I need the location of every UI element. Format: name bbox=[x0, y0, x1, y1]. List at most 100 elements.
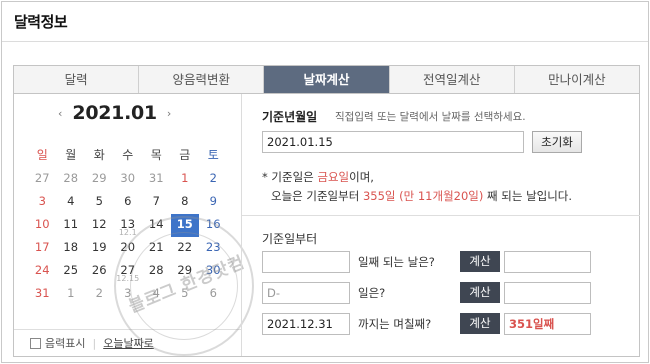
weekday-tue: 화 bbox=[93, 148, 105, 162]
weekday-wed: 수 bbox=[122, 148, 134, 162]
app-window: 달력정보 달력 양음력변환 날짜계산 전역일계산 만나이계산 ‹ 2021.01… bbox=[1, 1, 649, 363]
page-title: 달력정보 bbox=[14, 13, 68, 31]
info-text: 이며, bbox=[349, 170, 374, 184]
target-date-input[interactable]: 2021.12.31 bbox=[262, 313, 350, 335]
info-text: 오늘은 기준일부터 bbox=[271, 189, 363, 203]
days-after-result bbox=[504, 251, 591, 273]
base-date-hint: 직접입력 또는 달력에서 날짜를 선택하세요. bbox=[335, 111, 526, 123]
day-cell[interactable]: 1 bbox=[171, 168, 200, 191]
info-text: * 기준일은 bbox=[262, 170, 318, 184]
calendar-footer: 음력표시 | 오늘날짜로 bbox=[14, 329, 241, 356]
info-text: 째 되는 날입니다. bbox=[483, 189, 573, 203]
day-cell[interactable]: 22 bbox=[171, 237, 200, 260]
base-date-input[interactable]: 2021.01.15 bbox=[262, 131, 524, 153]
day-cell[interactable]: 19 bbox=[85, 237, 114, 260]
day-cell[interactable]: 1 bbox=[57, 283, 86, 306]
day-cell[interactable]: 31 bbox=[28, 283, 57, 306]
day-cell[interactable]: 3 bbox=[114, 283, 143, 306]
day-cell[interactable]: 16 bbox=[199, 214, 228, 237]
day-cell[interactable]: 31 bbox=[142, 168, 171, 191]
day-cell[interactable]: 14 bbox=[142, 214, 171, 237]
weekday-mon: 월 bbox=[65, 148, 77, 162]
target-date-result: 351일째 bbox=[504, 313, 591, 335]
mini-calendar: ‹ 2021.01 › 일 월 화 수 목 금 토 27 28 29 30 31… bbox=[14, 94, 254, 356]
day-cell[interactable]: 4 bbox=[57, 191, 86, 214]
reset-button[interactable]: 초기화 bbox=[532, 131, 582, 153]
calc-button-2[interactable]: 계산 bbox=[460, 282, 500, 303]
info-line-2: 오늘은 기준일부터 355일 (만 11개월20일) 째 되는 날입니다. bbox=[271, 188, 572, 204]
lunar-toggle-checkbox[interactable] bbox=[30, 337, 41, 349]
lunar-toggle-label[interactable]: 음력표시 bbox=[45, 335, 85, 351]
days-after-label: 일째 되는 날은? bbox=[358, 255, 435, 269]
weekday-fri: 금 bbox=[179, 148, 191, 162]
from-base-title: 기준일부터 bbox=[262, 232, 318, 246]
day-cell[interactable]: 17 bbox=[28, 237, 57, 260]
day-cell[interactable]: 8 bbox=[171, 191, 200, 214]
month-label: 2021.01 bbox=[72, 102, 157, 124]
info-line-1: * 기준일은 금요일이며, bbox=[262, 169, 374, 185]
selected-day-cell[interactable]: 15 bbox=[170, 214, 199, 237]
day-cell[interactable]: 30 bbox=[114, 168, 143, 191]
week-row: 10 11 12 13 12.1 14 15 16 bbox=[28, 214, 228, 237]
day-cell[interactable]: 4 bbox=[142, 283, 171, 306]
base-weekday: 금요일 bbox=[317, 170, 350, 184]
day-cell[interactable]: 2 bbox=[85, 283, 114, 306]
day-cell[interactable]: 6 bbox=[199, 283, 228, 306]
day-cell[interactable]: 13 12.1 bbox=[114, 214, 143, 237]
day-cell[interactable]: 9 bbox=[199, 191, 228, 214]
today-link[interactable]: 오늘날짜로 bbox=[103, 335, 154, 351]
day-cell[interactable]: 5 bbox=[171, 283, 200, 306]
day-cell[interactable]: 26 bbox=[85, 260, 114, 283]
day-cell[interactable]: 28 bbox=[142, 260, 171, 283]
tab-date-calc[interactable]: 날짜계산 bbox=[264, 66, 390, 93]
day-cell[interactable]: 5 bbox=[85, 191, 114, 214]
day-cell[interactable]: 30 bbox=[199, 260, 228, 283]
day-cell[interactable]: 12 bbox=[85, 214, 114, 237]
day-cell[interactable]: 6 bbox=[114, 191, 143, 214]
day-cell[interactable]: 25 bbox=[57, 260, 86, 283]
prev-month-icon[interactable]: ‹ bbox=[58, 107, 62, 120]
d-day-label: 일은? bbox=[358, 286, 386, 300]
day-cell[interactable]: 28 bbox=[57, 168, 86, 191]
tab-calendar[interactable]: 달력 bbox=[14, 66, 140, 93]
tab-lunar-convert[interactable]: 양음력변환 bbox=[139, 66, 265, 93]
calendar-grid: 일 월 화 수 목 금 토 27 28 29 30 31 1 2 3 4 5 6… bbox=[28, 145, 228, 306]
week-row: 3 4 5 6 7 8 9 bbox=[28, 191, 228, 214]
title-divider bbox=[2, 41, 648, 42]
d-day-result bbox=[504, 282, 591, 304]
footer-divider: | bbox=[92, 336, 97, 350]
day-cell[interactable]: 2 bbox=[199, 168, 228, 191]
week-row: 17 18 19 20 21 22 23 bbox=[28, 237, 228, 260]
d-day-input[interactable]: D- bbox=[262, 282, 350, 304]
date-calc-panel: 기준년월일 직접입력 또는 달력에서 날짜를 선택하세요. 2021.01.15… bbox=[242, 94, 640, 356]
day-cell[interactable]: 11 bbox=[57, 214, 86, 237]
day-cell[interactable]: 7 bbox=[142, 191, 171, 214]
day-cell[interactable]: 23 bbox=[199, 237, 228, 260]
day-cell[interactable]: 29 bbox=[85, 168, 114, 191]
days-after-input[interactable] bbox=[262, 251, 350, 273]
day-cell[interactable]: 29 bbox=[171, 260, 200, 283]
day-cell[interactable]: 27 bbox=[28, 168, 57, 191]
tab-bar: 달력 양음력변환 날짜계산 전역일계산 만나이계산 bbox=[13, 65, 640, 94]
calc-button-3[interactable]: 계산 bbox=[460, 313, 500, 334]
week-row: 31 1 2 3 4 5 6 bbox=[28, 283, 228, 306]
day-cell[interactable]: 18 bbox=[57, 237, 86, 260]
calc-button-1[interactable]: 계산 bbox=[460, 251, 500, 272]
day-cell[interactable]: 21 bbox=[142, 237, 171, 260]
weekday-sun: 일 bbox=[36, 148, 48, 162]
content-area: ‹ 2021.01 › 일 월 화 수 목 금 토 27 28 29 30 31… bbox=[13, 94, 640, 357]
day-cell[interactable]: 20 bbox=[114, 237, 143, 260]
weekday-row: 일 월 화 수 목 금 토 bbox=[28, 145, 228, 168]
weekday-sat: 토 bbox=[207, 148, 219, 162]
day-cell[interactable]: 24 bbox=[28, 260, 57, 283]
tab-age-calc[interactable]: 만나이계산 bbox=[515, 66, 639, 93]
day-cell[interactable]: 3 bbox=[28, 191, 57, 214]
next-month-icon[interactable]: › bbox=[167, 107, 171, 120]
target-date-label: 까지는 며칠째? bbox=[358, 317, 432, 331]
tab-discharge-calc[interactable]: 전역일계산 bbox=[390, 66, 515, 93]
weekday-thu: 목 bbox=[150, 148, 162, 162]
day-cell[interactable]: 27 12.15 bbox=[114, 260, 143, 283]
section-divider bbox=[242, 215, 640, 216]
week-row: 27 28 29 30 31 1 2 bbox=[28, 168, 228, 191]
day-cell[interactable]: 10 bbox=[28, 214, 57, 237]
